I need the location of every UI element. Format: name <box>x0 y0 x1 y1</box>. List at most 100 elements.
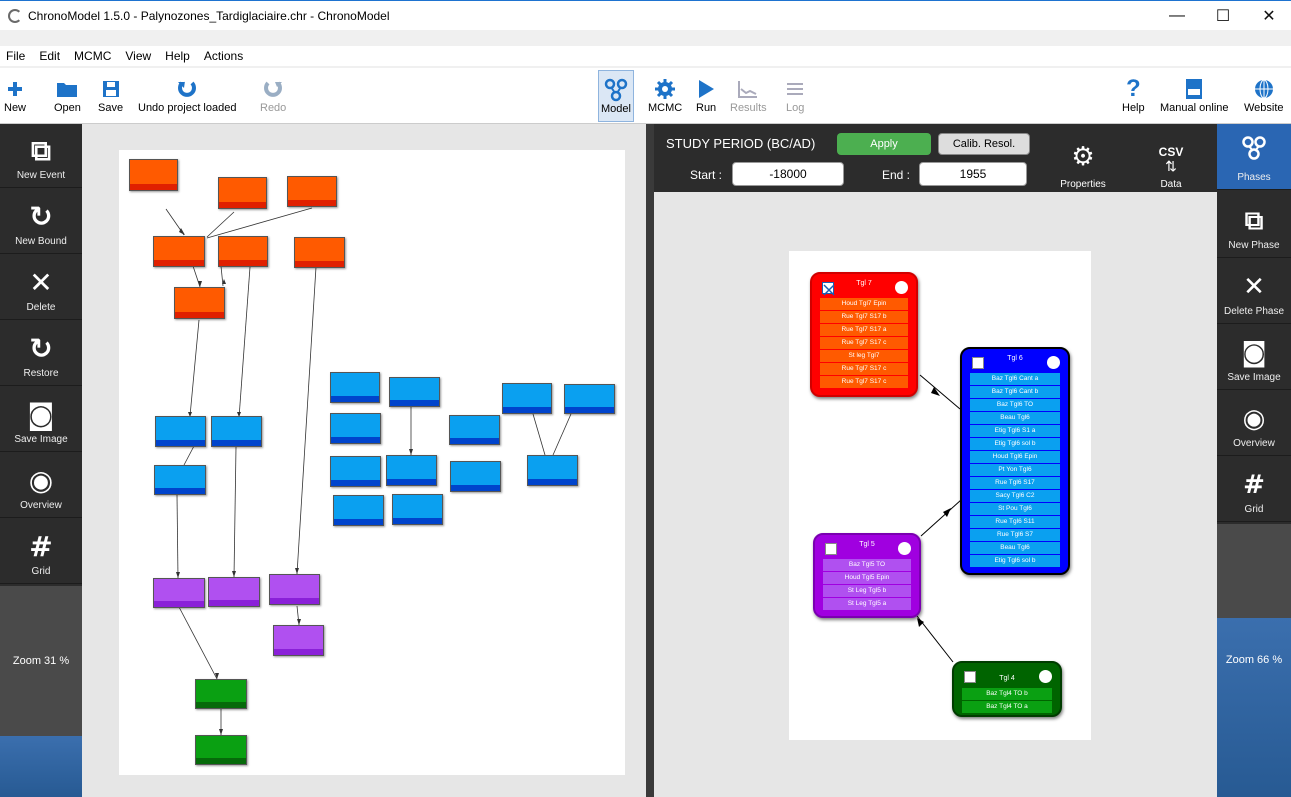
folder-icon <box>56 76 78 102</box>
close-button[interactable]: ✕ <box>1246 1 1291 31</box>
overview-button[interactable]: ◉ Overview <box>0 454 82 518</box>
menu-edit[interactable]: Edit <box>32 49 67 63</box>
event-node[interactable] <box>330 372 380 403</box>
csv-icon: CSV <box>1158 145 1184 159</box>
phase-tgl5[interactable]: Tgl 5 Baz Tgl5 TO Houd Tgl5 Epin St Leg … <box>813 533 921 618</box>
phase-tgl6[interactable]: Tgl 6 Baz Tgl6 Cant a Baz Tgl6 Cant b Ba… <box>960 347 1070 575</box>
open-button[interactable]: Open <box>54 76 81 114</box>
event-node[interactable] <box>330 413 381 444</box>
event-node[interactable] <box>449 415 500 445</box>
website-button[interactable]: Website <box>1244 76 1284 114</box>
event-node[interactable] <box>195 679 247 709</box>
menu-file[interactable]: File <box>0 49 32 63</box>
event-node[interactable] <box>155 416 206 447</box>
event-node[interactable] <box>386 455 437 486</box>
phase-event-row: Baz Tgl4 TO a <box>962 701 1052 713</box>
new-phase-button[interactable]: ⧉ New Phase <box>1217 192 1291 258</box>
help-button[interactable]: ? Help <box>1122 75 1145 114</box>
phase-event-row: Baz Tgl6 Cant b <box>970 386 1060 398</box>
phase-toggle-dot[interactable] <box>898 542 911 555</box>
phase-event-row: Pt Yon Tgl6 <box>970 464 1060 476</box>
split-divider[interactable] <box>646 124 654 797</box>
event-node[interactable] <box>269 574 320 605</box>
phases-toggle-button[interactable]: Phases <box>1217 124 1291 190</box>
new-event-icon: ⧉ <box>31 134 51 167</box>
model-tab[interactable]: Model <box>598 70 634 122</box>
delete-phase-button[interactable]: ✕ Delete Phase <box>1217 258 1291 324</box>
end-field[interactable] <box>919 162 1027 186</box>
events-zoom-indicator: Zoom 31 % <box>0 586 82 736</box>
apply-button[interactable]: Apply <box>837 133 931 155</box>
event-node[interactable] <box>564 384 615 414</box>
events-scene[interactable] <box>82 124 646 797</box>
minimize-button[interactable]: — <box>1154 1 1200 31</box>
event-node[interactable] <box>392 494 443 525</box>
menu-bar: File Edit MCMC View Help Actions <box>0 46 1291 66</box>
delete-event-button[interactable]: ✕ Delete <box>0 256 82 320</box>
save-image-button[interactable]: ◙ Save Image <box>0 388 82 452</box>
manual-online-button[interactable]: Manual online <box>1160 76 1229 114</box>
event-node[interactable] <box>153 578 205 608</box>
restore-button[interactable]: ↻ Restore <box>0 322 82 386</box>
event-node[interactable] <box>195 735 247 765</box>
undo-button[interactable]: Undo project loaded <box>138 76 236 114</box>
event-node[interactable] <box>294 237 345 268</box>
new-event-button[interactable]: ⧉ New Event <box>0 124 82 188</box>
start-field[interactable] <box>732 162 844 186</box>
properties-button[interactable]: ⚙ Properties <box>1046 130 1120 190</box>
menu-mcmc[interactable]: MCMC <box>67 49 118 63</box>
save-button[interactable]: Save <box>98 76 123 114</box>
new-button[interactable]: New <box>4 76 26 114</box>
event-node[interactable] <box>527 455 578 486</box>
menu-help[interactable]: Help <box>158 49 197 63</box>
new-phase-icon: ⧉ <box>1244 206 1264 236</box>
grid-button[interactable]: # Grid <box>0 520 82 584</box>
event-node[interactable] <box>502 383 552 414</box>
event-node[interactable] <box>129 159 178 191</box>
log-tab[interactable]: Log <box>786 76 804 114</box>
event-node[interactable] <box>218 236 268 267</box>
mcmc-tab[interactable]: MCMC <box>648 76 682 114</box>
window-titlebar: ChronoModel 1.5.0 - Palynozones_Tardigla… <box>0 0 1291 30</box>
phase-tgl7[interactable]: Tgl 7 Houd Tgl7 Epin Rue Tgl7 S17 b Rue … <box>810 272 918 397</box>
phases-graph-icon <box>1241 135 1267 168</box>
overview-phase-button[interactable]: ◉ Overview <box>1217 390 1291 456</box>
phase-event-row: Beau Tgl6 <box>970 542 1060 554</box>
new-bound-button[interactable]: ↻ New Bound <box>0 190 82 254</box>
phase-toggle-dot[interactable] <box>1047 356 1060 369</box>
event-node[interactable] <box>287 176 337 207</box>
phase-event-row: St Leg Tgl5 b <box>823 585 911 597</box>
event-node[interactable] <box>450 461 501 492</box>
phase-toggle-dot[interactable] <box>1039 670 1052 683</box>
event-node[interactable] <box>208 577 260 607</box>
menu-actions[interactable]: Actions <box>197 49 250 63</box>
event-node[interactable] <box>154 465 206 495</box>
event-node[interactable] <box>330 456 381 487</box>
grid-phase-button[interactable]: # Grid <box>1217 456 1291 522</box>
data-csv-button[interactable]: CSV ⇅ Data <box>1134 130 1208 190</box>
phases-scene[interactable]: Tgl 7 Houd Tgl7 Epin Rue Tgl7 S17 b Rue … <box>654 192 1217 797</box>
phase-tgl4[interactable]: Tgl 4 Baz Tgl4 TO b Baz Tgl4 TO a <box>952 661 1062 717</box>
run-tab[interactable]: Run <box>696 76 716 114</box>
event-node[interactable] <box>218 177 267 209</box>
event-node[interactable] <box>174 287 225 319</box>
events-zoom-slider[interactable] <box>0 736 82 797</box>
phases-zoom-slider[interactable]: Zoom 66 % <box>1217 618 1291 797</box>
maximize-button[interactable]: ☐ <box>1200 1 1246 31</box>
results-tab[interactable]: Results <box>730 76 767 114</box>
save-image-phase-button[interactable]: ◙ Save Image <box>1217 324 1291 390</box>
menu-view[interactable]: View <box>118 49 158 63</box>
phase-toggle-dot[interactable] <box>895 281 908 294</box>
event-node[interactable] <box>333 495 384 526</box>
redo-button[interactable]: Redo <box>260 76 286 114</box>
calib-resol-button[interactable]: Calib. Resol. <box>938 133 1030 155</box>
question-icon: ? <box>1125 75 1141 102</box>
camera-icon: ◙ <box>1241 338 1267 368</box>
restore-label: Restore <box>23 368 59 379</box>
event-node[interactable] <box>211 416 262 447</box>
redo-icon <box>262 76 284 102</box>
event-node[interactable] <box>153 236 205 267</box>
event-node[interactable] <box>273 625 324 656</box>
save-image-phase-label: Save Image <box>1227 372 1281 383</box>
event-node[interactable] <box>389 377 440 407</box>
